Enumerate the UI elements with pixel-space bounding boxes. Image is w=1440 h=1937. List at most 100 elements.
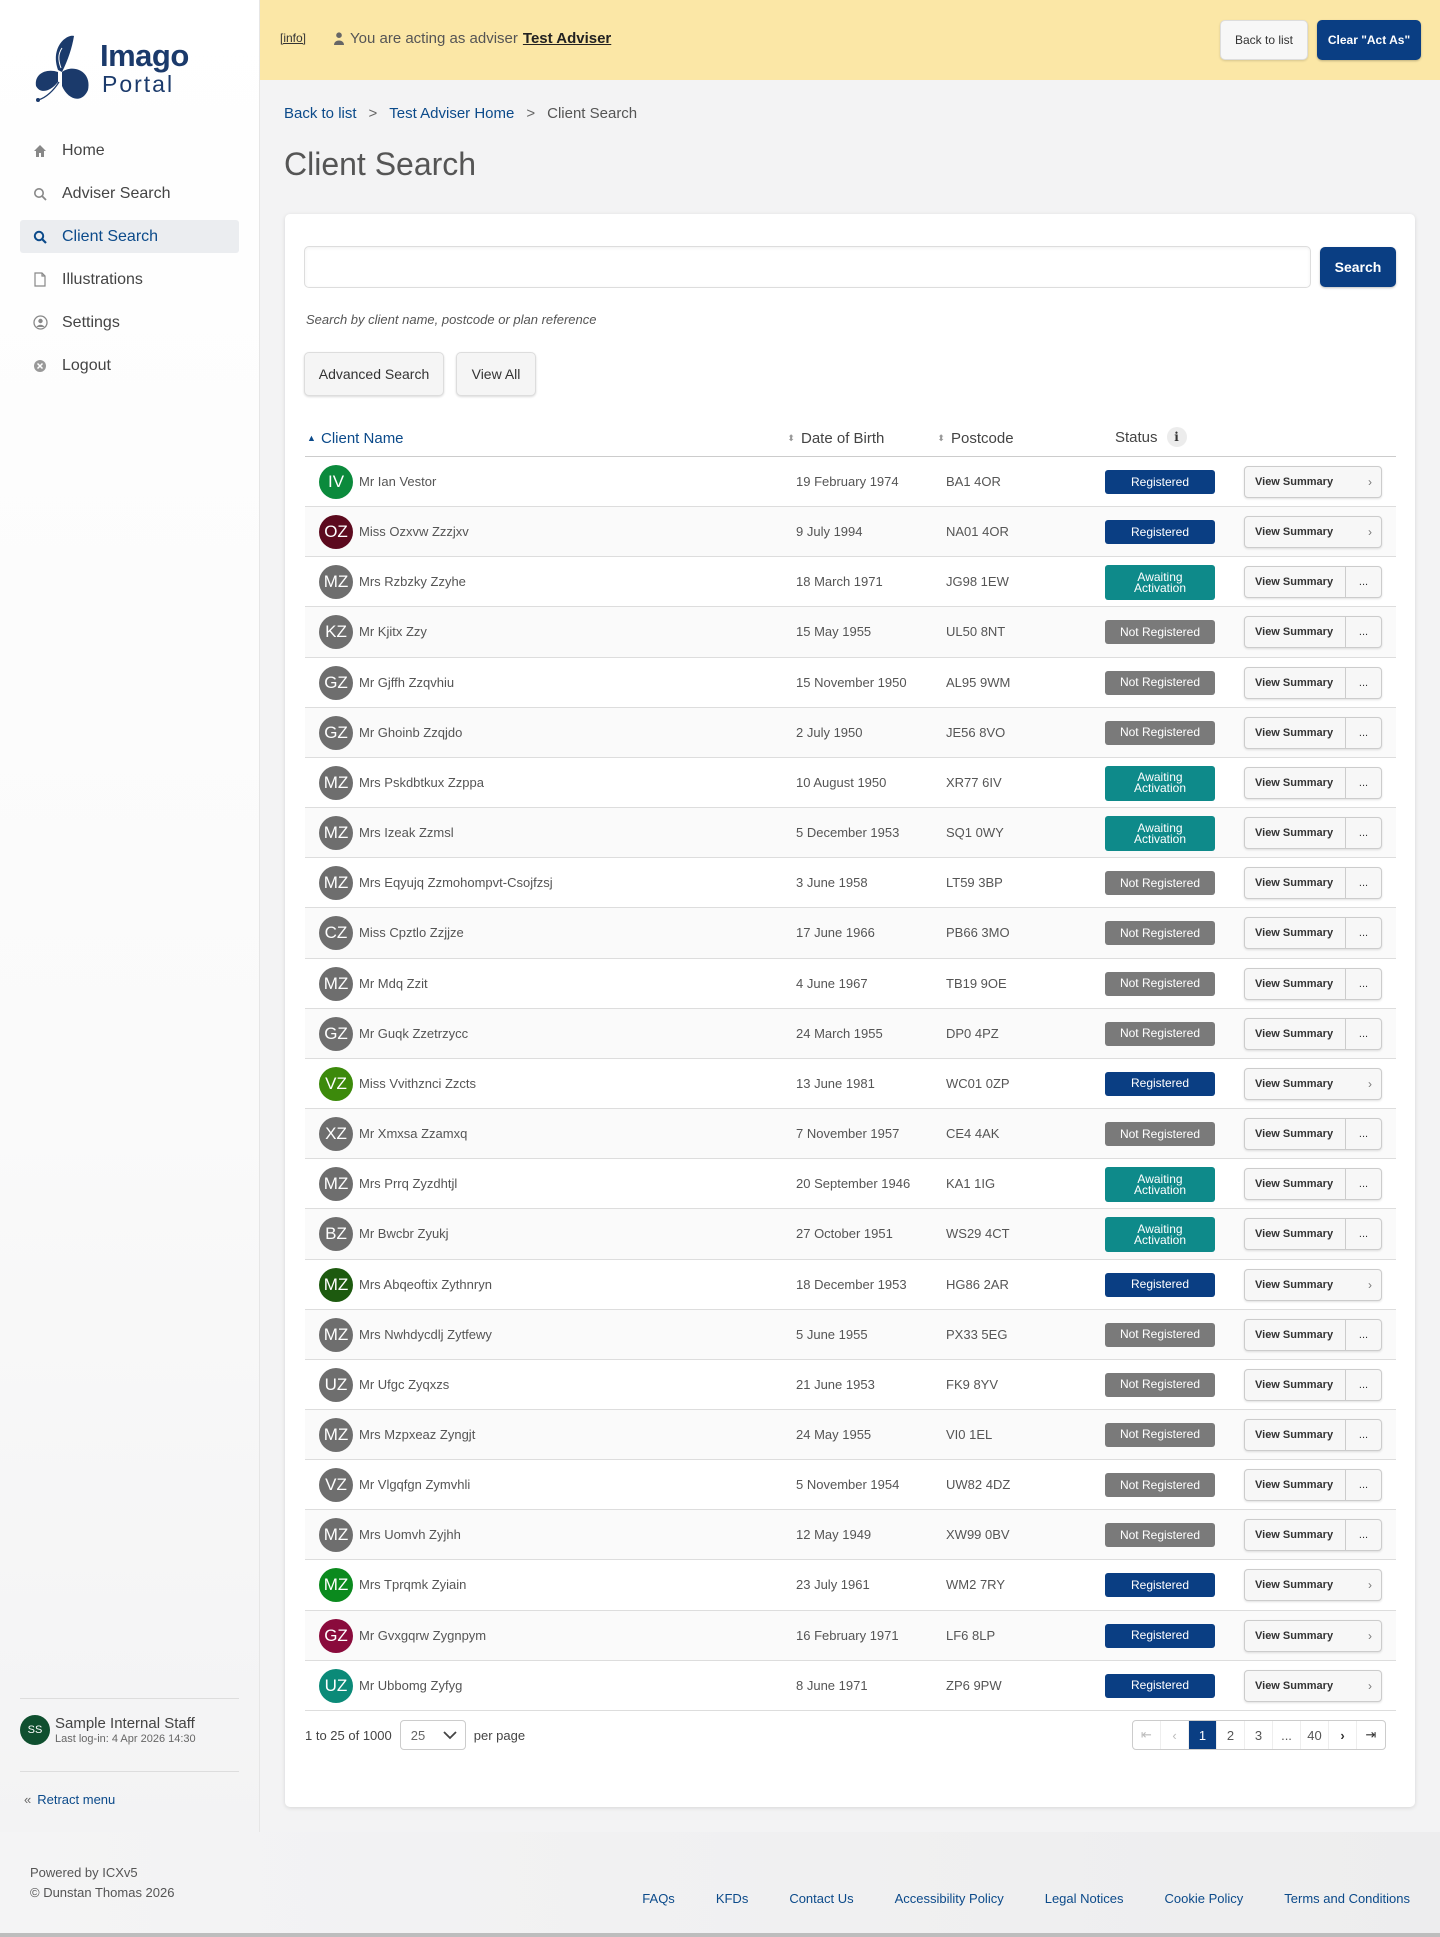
column-client-name[interactable]: ▲ Client Name — [307, 430, 404, 447]
view-summary-button[interactable]: View Summary — [1245, 1019, 1345, 1049]
view-summary-button[interactable]: View Summary › — [1245, 1069, 1381, 1099]
view-summary-button[interactable]: View Summary — [1245, 1119, 1345, 1149]
more-actions-button[interactable]: ... — [1345, 1470, 1381, 1501]
client-avatar: XZ — [319, 1117, 353, 1152]
column-postcode[interactable]: ⬍ Postcode — [937, 430, 1013, 447]
footer-link-accessibility[interactable]: Accessibility Policy — [895, 1891, 1004, 1906]
per-page-select[interactable]: 25 — [399, 1720, 466, 1750]
next-page-icon[interactable]: › — [1329, 1721, 1357, 1749]
sidebar-item-illustrations[interactable]: Illustrations — [20, 263, 239, 296]
advanced-search-button[interactable]: Advanced Search — [304, 352, 444, 396]
view-summary-button[interactable]: View Summary — [1245, 969, 1345, 999]
more-actions-button[interactable]: ... — [1345, 767, 1381, 798]
more-actions-button[interactable]: ... — [1345, 968, 1381, 999]
sidebar-item-client-search[interactable]: Client Search — [20, 220, 239, 253]
more-actions-button[interactable]: ... — [1345, 1520, 1381, 1551]
more-actions-button[interactable]: ... — [1345, 1319, 1381, 1350]
page-1[interactable]: 1 — [1189, 1721, 1217, 1749]
view-summary-button[interactable]: View Summary › — [1245, 1270, 1381, 1300]
sidebar-item-home[interactable]: Home — [20, 134, 239, 167]
breadcrumb-adviser-home[interactable]: Test Adviser Home — [389, 105, 514, 122]
sidebar-item-logout[interactable]: Logout — [20, 349, 239, 382]
view-summary-button[interactable]: View Summary › — [1245, 517, 1381, 547]
column-date-of-birth[interactable]: ⬍ Date of Birth — [787, 430, 884, 447]
view-summary-button[interactable]: View Summary — [1245, 1320, 1345, 1350]
info-link[interactable]: [info] — [280, 31, 306, 45]
client-postcode: KA1 1IG — [946, 1176, 996, 1192]
chevron-right-icon: › — [1368, 1578, 1372, 1593]
more-actions-button[interactable]: ... — [1345, 1419, 1381, 1450]
view-summary-group: View Summary... — [1244, 967, 1382, 1000]
more-actions-button[interactable]: ... — [1345, 1018, 1381, 1049]
more-actions-button[interactable]: ... — [1345, 868, 1381, 899]
imago-portal-logo[interactable]: Imago Portal — [28, 28, 198, 108]
first-page-icon[interactable]: ⇤ — [1133, 1721, 1161, 1749]
more-actions-button[interactable]: ... — [1345, 818, 1381, 849]
view-summary-button[interactable]: View Summary — [1245, 918, 1345, 948]
more-actions-button[interactable]: ... — [1345, 717, 1381, 748]
view-summary-button[interactable]: View Summary — [1245, 718, 1345, 748]
view-summary-button[interactable]: View Summary — [1245, 668, 1345, 698]
back-to-list-button[interactable]: Back to list — [1220, 20, 1308, 60]
footer-link-faqs[interactable]: FAQs — [642, 1891, 675, 1906]
more-actions-button[interactable]: ... — [1345, 1119, 1381, 1150]
more-actions-button[interactable]: ... — [1345, 1219, 1381, 1250]
sidebar-item-adviser-search[interactable]: Adviser Search — [20, 177, 239, 210]
previous-page-icon[interactable]: ‹ — [1161, 1721, 1189, 1749]
view-all-button[interactable]: View All — [456, 352, 536, 396]
clear-act-as-button[interactable]: Clear "Act As" — [1317, 20, 1421, 60]
footer-link-contact[interactable]: Contact Us — [789, 1891, 853, 1906]
last-page-icon[interactable]: ⇥ — [1357, 1721, 1385, 1749]
page-40[interactable]: 40 — [1301, 1721, 1329, 1749]
view-summary-button[interactable]: View Summary › — [1245, 467, 1381, 497]
status-badge: Not Registered — [1105, 1473, 1215, 1498]
view-summary-button[interactable]: View Summary — [1245, 1370, 1345, 1400]
more-actions-button[interactable]: ... — [1345, 918, 1381, 949]
more-actions-button[interactable]: ... — [1345, 1169, 1381, 1200]
view-summary-button[interactable]: View Summary — [1245, 1470, 1345, 1500]
search-button[interactable]: Search — [1320, 247, 1396, 287]
retract-menu-link[interactable]: « Retract menu — [20, 1771, 239, 1807]
breadcrumb-separator: > — [368, 105, 378, 122]
table-row: KZ Mr Kjitx Zzy 15 May 1955 UL50 8NT Not Reg… — [305, 607, 1396, 658]
view-summary-button[interactable]: View Summary — [1245, 1520, 1345, 1550]
view-summary-button[interactable]: View Summary — [1245, 1169, 1345, 1199]
footer-link-terms[interactable]: Terms and Conditions — [1284, 1891, 1410, 1906]
view-summary-button[interactable]: View Summary — [1245, 1219, 1345, 1249]
status-badge: Not Registered — [1105, 1372, 1215, 1397]
more-actions-button[interactable]: ... — [1345, 1369, 1381, 1400]
view-summary-button[interactable]: View Summary — [1245, 818, 1345, 848]
adviser-name-link[interactable]: Test Adviser — [523, 30, 611, 47]
user-profile[interactable]: SS Sample Internal Staff Last log-in: 4 … — [20, 1698, 239, 1745]
view-summary-label: View Summary — [1255, 1328, 1334, 1341]
more-actions-button[interactable]: ... — [1345, 567, 1381, 598]
client-name: Mrs Abqeoftix Zythnryn — [359, 1276, 492, 1292]
view-summary-button[interactable]: View Summary — [1245, 617, 1345, 647]
view-summary-group: View Summary › — [1244, 516, 1382, 549]
footer-links: FAQs KFDs Contact Us Accessibility Polic… — [642, 1891, 1410, 1906]
info-icon[interactable]: i — [1166, 427, 1187, 447]
client-name: Mrs Mzpxeaz Zyngjt — [359, 1426, 476, 1442]
view-summary-button[interactable]: View Summary — [1245, 1420, 1345, 1450]
more-actions-button[interactable]: ... — [1345, 667, 1381, 698]
page-2[interactable]: 2 — [1217, 1721, 1245, 1749]
client-dob: 12 May 1949 — [796, 1527, 872, 1543]
client-avatar: MZ — [319, 565, 353, 600]
view-summary-button[interactable]: View Summary — [1245, 868, 1345, 898]
view-summary-button[interactable]: View Summary — [1245, 768, 1345, 798]
breadcrumb-back-to-list[interactable]: Back to list — [284, 105, 357, 122]
view-summary-group: View Summary... — [1244, 867, 1382, 900]
view-summary-button[interactable]: View Summary › — [1245, 1570, 1381, 1600]
page-3[interactable]: 3 — [1245, 1721, 1273, 1749]
footer-link-legal[interactable]: Legal Notices — [1045, 1891, 1124, 1906]
sidebar-item-settings[interactable]: Settings — [20, 306, 239, 339]
more-actions-button[interactable]: ... — [1345, 617, 1381, 648]
view-summary-button[interactable]: View Summary — [1245, 567, 1345, 597]
client-avatar: BZ — [319, 1217, 353, 1252]
search-input[interactable] — [304, 246, 1311, 288]
view-summary-button[interactable]: View Summary › — [1245, 1671, 1381, 1701]
footer: Powered by ICXv5 © Dunstan Thomas 2026 F… — [0, 1832, 1440, 1937]
footer-link-kfds[interactable]: KFDs — [716, 1891, 749, 1906]
footer-link-cookie[interactable]: Cookie Policy — [1165, 1891, 1244, 1906]
view-summary-button[interactable]: View Summary › — [1245, 1621, 1381, 1651]
